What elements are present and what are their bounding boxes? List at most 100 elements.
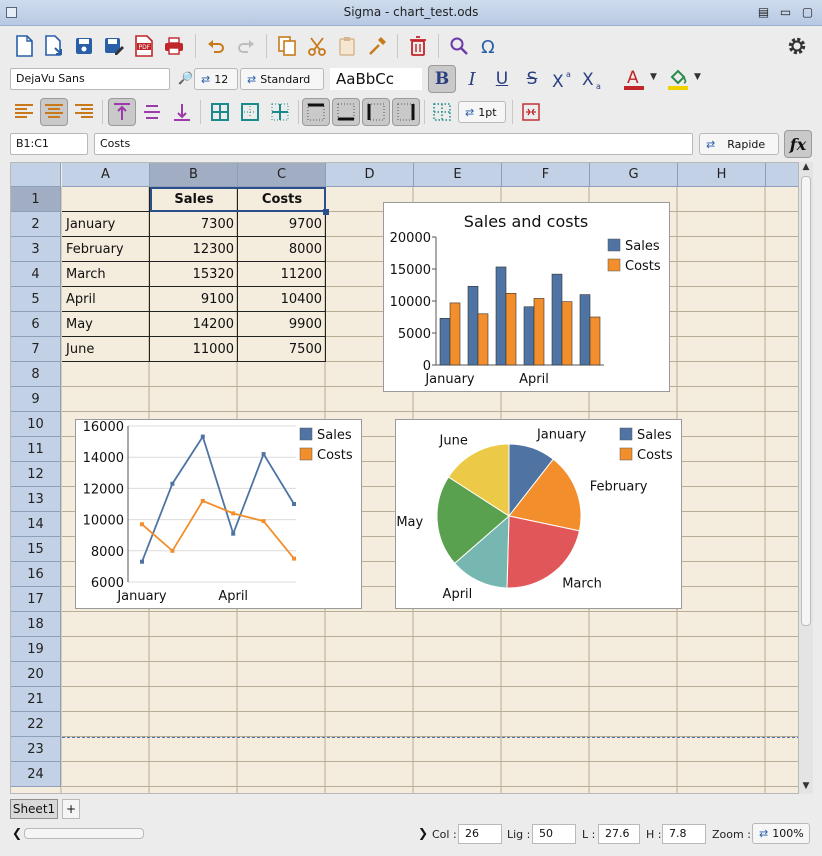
redo-button[interactable]	[232, 32, 260, 60]
pie-chart[interactable]: January February March April May June Sales Cos…	[395, 419, 682, 609]
fill-color-button[interactable]	[664, 65, 692, 93]
header-cell-costs[interactable]: Costs	[238, 187, 326, 212]
special-character-button[interactable]: Ω	[475, 32, 503, 60]
width-field[interactable]: 27.6	[598, 824, 640, 844]
border-left-button[interactable]	[362, 98, 390, 126]
paragraph-style-field[interactable]: ⇄ Standard	[240, 68, 324, 90]
cell-costs[interactable]: 9900	[238, 312, 326, 337]
row-field[interactable]: 50	[532, 824, 576, 844]
row-header[interactable]: 11	[11, 437, 61, 462]
row-header[interactable]: 2	[11, 212, 61, 237]
row-header[interactable]: 16	[11, 562, 61, 587]
formula-input[interactable]: Costs	[94, 133, 693, 155]
row-header[interactable]: 1	[11, 187, 61, 212]
export-pdf-button[interactable]: PDF	[130, 32, 158, 60]
border-outer-button[interactable]	[236, 98, 264, 126]
cell-month[interactable]: February	[62, 237, 150, 262]
text-color-dropdown-icon[interactable]: ▼	[650, 72, 657, 82]
border-right-button[interactable]	[392, 98, 420, 126]
row-header[interactable]: 10	[11, 412, 61, 437]
settings-button[interactable]	[783, 32, 811, 60]
strikethrough-button[interactable]: S	[518, 65, 546, 93]
shade-icon[interactable]: ▤	[756, 5, 771, 20]
border-all-button[interactable]	[206, 98, 234, 126]
sheet-tab-active[interactable]: Sheet1	[10, 799, 58, 819]
merge-cells-button[interactable]	[517, 98, 545, 126]
cell-costs[interactable]: 7500	[238, 337, 326, 362]
row-header[interactable]: 20	[11, 662, 61, 687]
cell-costs[interactable]: 8000	[238, 237, 326, 262]
line-chart[interactable]: 6000 8000 10000 12000 14000 16000 January April…	[75, 419, 362, 609]
function-wizard-button[interactable]: fx	[784, 130, 812, 158]
row-header[interactable]: 13	[11, 487, 61, 512]
row-header[interactable]: 6	[11, 312, 61, 337]
border-top-button[interactable]	[302, 98, 330, 126]
cut-button[interactable]	[303, 32, 331, 60]
row-header[interactable]: 19	[11, 637, 61, 662]
vertical-scrollbar[interactable]: ▲ ▼	[799, 162, 813, 794]
new-document-button[interactable]	[10, 32, 38, 60]
save-as-button[interactable]	[100, 32, 128, 60]
height-field[interactable]: 7.8	[662, 824, 706, 844]
column-header[interactable]: B	[150, 163, 238, 187]
border-none-button[interactable]	[428, 98, 456, 126]
cell-costs[interactable]: 10400	[238, 287, 326, 312]
valign-middle-button[interactable]	[138, 98, 166, 126]
scroll-left-icon[interactable]: ❮	[12, 826, 22, 840]
align-right-button[interactable]	[70, 98, 98, 126]
scroll-up-icon[interactable]: ▲	[799, 162, 813, 172]
row-header[interactable]: 14	[11, 512, 61, 537]
column-header[interactable]: D	[326, 163, 414, 187]
column-header[interactable]: H	[678, 163, 766, 187]
row-header[interactable]: 17	[11, 587, 61, 612]
title-bar[interactable]: Sigma - chart_test.ods ▤ ▭ ▢	[0, 0, 822, 26]
subscript-button[interactable]: Xa	[578, 65, 606, 93]
bar-chart[interactable]: Sales and costs 0 5000 10000 15000 20000 Janua…	[383, 202, 670, 392]
row-header[interactable]: 23	[11, 737, 61, 762]
cell-month[interactable]: March	[62, 262, 150, 287]
search-button[interactable]	[445, 32, 473, 60]
horizontal-scroll-thumb[interactable]	[24, 828, 144, 839]
row-header[interactable]: 15	[11, 537, 61, 562]
row-header[interactable]: 12	[11, 462, 61, 487]
fill-color-dropdown-icon[interactable]: ▼	[694, 72, 701, 82]
copy-button[interactable]	[273, 32, 301, 60]
italic-button[interactable]: I	[458, 65, 486, 93]
cell-sales[interactable]: 12300	[150, 237, 238, 262]
cell-sales[interactable]: 14200	[150, 312, 238, 337]
entry-mode-field[interactable]: ⇄ Rapide	[699, 133, 779, 155]
row-header[interactable]: 5	[11, 287, 61, 312]
cell-reference-field[interactable]: B1:C1	[10, 133, 88, 155]
valign-bottom-button[interactable]	[168, 98, 196, 126]
cell-sales[interactable]: 15320	[150, 262, 238, 287]
cell-month[interactable]: January	[62, 212, 150, 237]
row-header[interactable]: 9	[11, 387, 61, 412]
cell-costs[interactable]: 11200	[238, 262, 326, 287]
add-sheet-button[interactable]: +	[62, 799, 80, 819]
row-header[interactable]: 21	[11, 687, 61, 712]
scroll-right-icon[interactable]: ❯	[418, 826, 428, 840]
paste-button[interactable]	[333, 32, 361, 60]
row-header[interactable]: 24	[11, 762, 61, 787]
spreadsheet-grid[interactable]: ABCDEFGH 1 2 3 4 5 6 7 8 9 10 11 12 13 14 15 16 17 18 19 20…	[10, 162, 799, 794]
cell-month[interactable]: April	[62, 287, 150, 312]
column-header[interactable]: E	[414, 163, 502, 187]
column-header-partial[interactable]	[766, 163, 798, 187]
bold-button[interactable]: B	[428, 65, 456, 93]
select-all-corner[interactable]	[11, 163, 61, 187]
font-name-field[interactable]: DejaVu Sans	[10, 68, 170, 90]
scroll-down-icon[interactable]: ▼	[799, 781, 813, 791]
cell-month[interactable]: June	[62, 337, 150, 362]
align-center-button[interactable]	[40, 98, 68, 126]
align-left-button[interactable]	[10, 98, 38, 126]
cell-costs[interactable]: 9700	[238, 212, 326, 237]
header-cell-sales[interactable]: Sales	[150, 187, 238, 212]
maximize-icon[interactable]: ▢	[800, 5, 815, 20]
row-header[interactable]: 8	[11, 362, 61, 387]
superscript-button[interactable]: Xa	[548, 65, 576, 93]
vertical-scroll-thumb[interactable]	[801, 176, 811, 626]
underline-button[interactable]: U	[488, 65, 516, 93]
row-header[interactable]: 18	[11, 612, 61, 637]
open-document-button[interactable]	[40, 32, 68, 60]
column-header[interactable]: A	[62, 163, 150, 187]
